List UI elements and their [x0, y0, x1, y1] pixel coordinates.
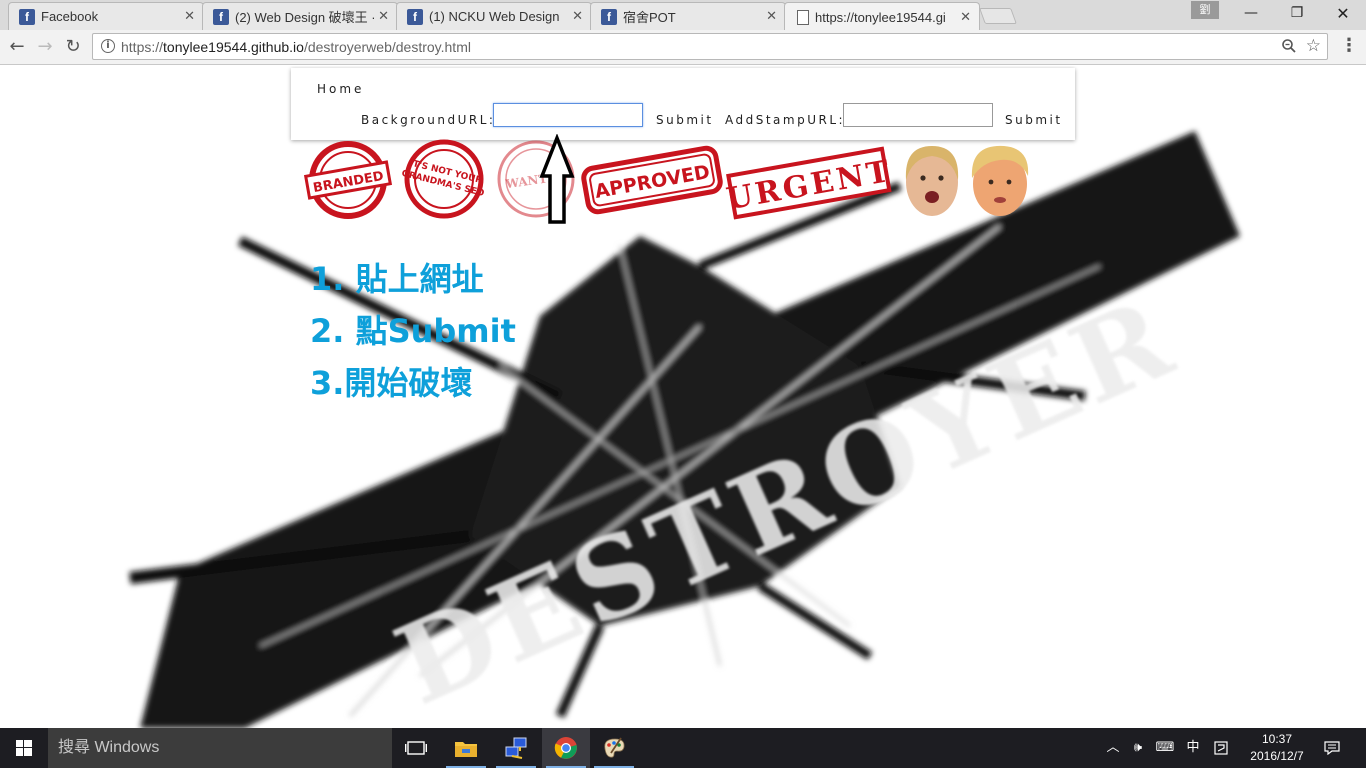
new-tab-button[interactable] [979, 8, 1017, 24]
tab-ncku-web-design[interactable]: f (1) NCKU Web Design ✕ [396, 2, 592, 30]
browser-toolbar: ← → ↻ i https://tonylee19544.github.io/d… [0, 30, 1366, 65]
instructions: 1. 貼上網址 2. 點Submit 3.開始破壞 [310, 256, 516, 412]
close-window-icon[interactable]: ✕ [1320, 0, 1366, 29]
close-icon[interactable]: ✕ [766, 9, 777, 24]
up-arrow-icon [539, 134, 575, 224]
tab-label: Facebook [41, 9, 99, 24]
file-explorer-icon[interactable] [442, 728, 490, 768]
keyboard-icon[interactable]: ⌨ [1152, 728, 1178, 768]
step-3-text: 3.開始破壞 [310, 364, 473, 402]
step-2-text: 2. 點Submit [310, 312, 516, 350]
tab-dorm-pot[interactable]: f 宿舍POT ✕ [590, 2, 786, 30]
facebook-icon: f [213, 8, 229, 25]
page-content: DESTROYER Home BackgroundURL: Submit Add… [0, 66, 1366, 728]
clock-date: 2016/12/7 [1250, 749, 1304, 763]
taskbar-search-input[interactable]: 搜尋 Windows [48, 728, 392, 768]
home-link[interactable]: Home [317, 82, 364, 96]
tab-label: (2) Web Design 破壞王 · [235, 10, 375, 25]
close-icon[interactable]: ✕ [184, 9, 195, 24]
clock-time: 10:37 [1261, 732, 1293, 746]
trump-face-image[interactable] [968, 138, 1032, 220]
restore-icon[interactable]: ❐ [1274, 0, 1320, 29]
tab-label: https://tonylee19544.gi [815, 9, 946, 25]
background-url-input[interactable] [493, 103, 643, 127]
close-icon[interactable]: ✕ [960, 10, 971, 25]
ime-indicator[interactable]: 中 [1182, 728, 1204, 768]
task-view-icon[interactable] [392, 728, 440, 768]
forward-icon[interactable]: → [33, 35, 57, 59]
system-clock[interactable]: 10:37 2016/12/7 [1244, 731, 1310, 765]
facebook-icon: f [407, 8, 423, 25]
grandma-seo-stamp[interactable]: IT'S NOT YOUR GRANDMA'S SEO [399, 138, 489, 220]
screen: f Facebook ✕ f (2) Web Design 破壞王 · ✕ f … [0, 0, 1366, 768]
tab-strip: f Facebook ✕ f (2) Web Design 破壞王 · ✕ f … [0, 0, 1366, 31]
stamp-gallery: BRANDED IT'S NOT YOUR GRANDMA'S SEO WANT… [293, 138, 1033, 226]
nav-bar: Home BackgroundURL: Submit AddStampURL: … [291, 68, 1075, 140]
hillary-face-image[interactable] [898, 140, 966, 220]
urgent-stamp[interactable]: URGENT [723, 142, 895, 222]
background-url-label: BackgroundURL: [361, 113, 496, 127]
close-icon[interactable]: ✕ [378, 9, 389, 24]
tab-destroy-page[interactable]: https://tonylee19544.gi ✕ [784, 2, 980, 31]
stamp-url-input[interactable] [843, 103, 993, 127]
background-submit-button[interactable]: Submit [656, 113, 714, 127]
facebook-icon: f [19, 8, 35, 25]
page-icon [797, 9, 809, 25]
network-app-icon[interactable] [492, 728, 540, 768]
approved-stamp[interactable]: APPROVED [579, 140, 725, 220]
chrome-icon[interactable] [542, 728, 590, 768]
back-icon[interactable]: ← [5, 35, 29, 59]
action-center-icon[interactable] [1318, 728, 1346, 768]
close-icon[interactable]: ✕ [572, 9, 583, 24]
url-text[interactable]: https://tonylee19544.github.io/destroyer… [121, 39, 471, 55]
info-icon[interactable]: i [101, 39, 115, 53]
ime-mode-icon[interactable] [1210, 728, 1232, 768]
tab-web-design-destroyer[interactable]: f (2) Web Design 破壞王 · ✕ [202, 2, 398, 30]
taskbar: 搜尋 Windows ︿ 🕪 ⌨ 中 10:37 2016/12/7 [0, 728, 1366, 768]
windows-start-icon[interactable] [0, 728, 48, 768]
tab-label: 宿舍POT [623, 10, 676, 25]
paint-icon[interactable] [590, 728, 638, 768]
profile-button[interactable]: 劉 [1191, 1, 1219, 19]
tab-facebook[interactable]: f Facebook ✕ [8, 2, 204, 30]
step-1-text: 1. 貼上網址 [310, 260, 484, 298]
stamp-submit-button[interactable]: Submit [1005, 113, 1063, 127]
volume-icon[interactable]: 🕪 [1126, 728, 1150, 768]
stamp-url-label: AddStampURL: [725, 113, 846, 127]
zoom-icon[interactable] [1281, 38, 1297, 58]
bookmark-star-icon[interactable]: ☆ [1306, 36, 1321, 56]
show-hidden-icons-icon[interactable]: ︿ [1104, 728, 1122, 768]
tab-label: (1) NCKU Web Design [429, 9, 560, 24]
facebook-icon: f [601, 8, 617, 25]
address-bar[interactable]: i https://tonylee19544.github.io/destroy… [92, 33, 1328, 60]
branded-stamp[interactable]: BRANDED [303, 140, 393, 220]
reload-icon[interactable]: ↻ [61, 35, 85, 59]
menu-icon[interactable]: ⋮ [1340, 36, 1358, 58]
minimize-icon[interactable]: — [1228, 0, 1274, 29]
